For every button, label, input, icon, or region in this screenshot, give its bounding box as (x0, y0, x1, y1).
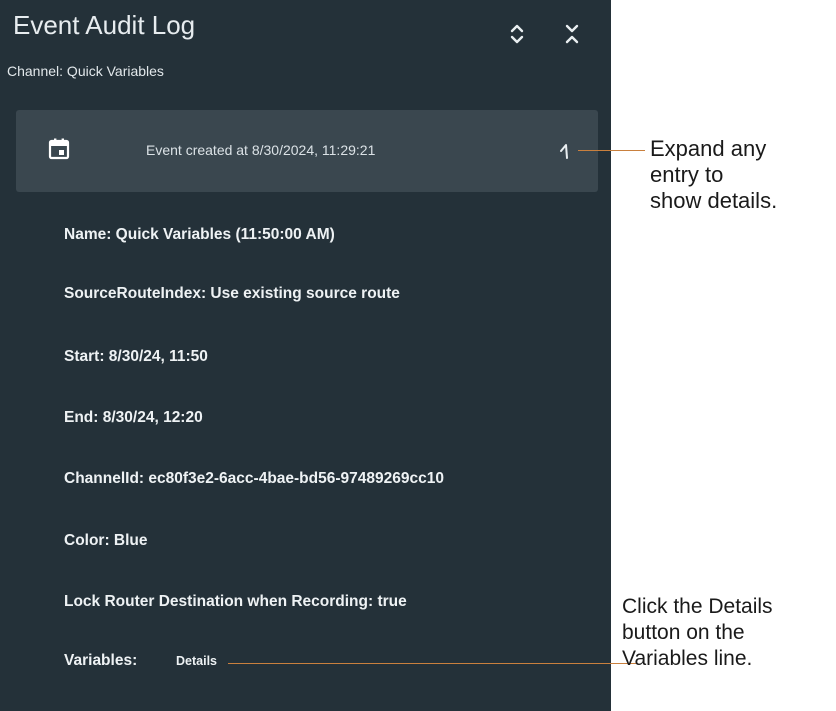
event-audit-log-panel: Event Audit Log Channel: Quick Variables… (0, 0, 611, 711)
expand-callout-line-2: entry to (650, 162, 724, 187)
details-callout-text: Click the Details button on the Variable… (622, 594, 773, 672)
collapse-all-icon[interactable] (560, 22, 584, 46)
detail-channel-id: ChannelId: ec80f3e2-6acc-4bae-bd56-97489… (64, 470, 444, 487)
expand-callout-line-3: show details. (650, 188, 778, 213)
expand-callout-line (578, 150, 645, 151)
variables-label: Variables: (64, 652, 138, 669)
details-callout-line-2: button on the (622, 621, 745, 644)
detail-source-route-index: SourceRouteIndex: Use existing source ro… (64, 285, 400, 302)
expand-all-icon[interactable] (505, 22, 529, 46)
event-entry-header[interactable]: Event created at 8/30/2024, 11:29:21 (16, 110, 598, 192)
panel-title: Event Audit Log (13, 10, 196, 40)
event-summary: Event created at 8/30/2024, 11:29:21 (146, 142, 376, 158)
detail-start: Start: 8/30/24, 11:50 (64, 348, 208, 365)
detail-end: End: 8/30/24, 12:20 (64, 409, 203, 426)
detail-color: Color: Blue (64, 532, 148, 549)
details-callout-line (228, 663, 637, 664)
calendar-icon (48, 138, 70, 160)
detail-lock-router: Lock Router Destination when Recording: … (64, 593, 407, 610)
chevron-up-icon[interactable] (558, 140, 576, 162)
variables-details-button[interactable]: Details (176, 654, 217, 668)
details-callout-line-1: Click the Details (622, 595, 773, 618)
details-callout-line-3: Variables line. (622, 647, 753, 670)
unfold-less-icon (565, 24, 579, 44)
unfold-more-icon (510, 24, 524, 44)
expand-callout-line-1: Expand any (650, 136, 767, 161)
detail-name: Name: Quick Variables (11:50:00 AM) (64, 226, 335, 243)
expand-callout-text: Expand any entry to show details. (650, 136, 777, 214)
channel-label: Channel: Quick Variables (7, 63, 164, 79)
